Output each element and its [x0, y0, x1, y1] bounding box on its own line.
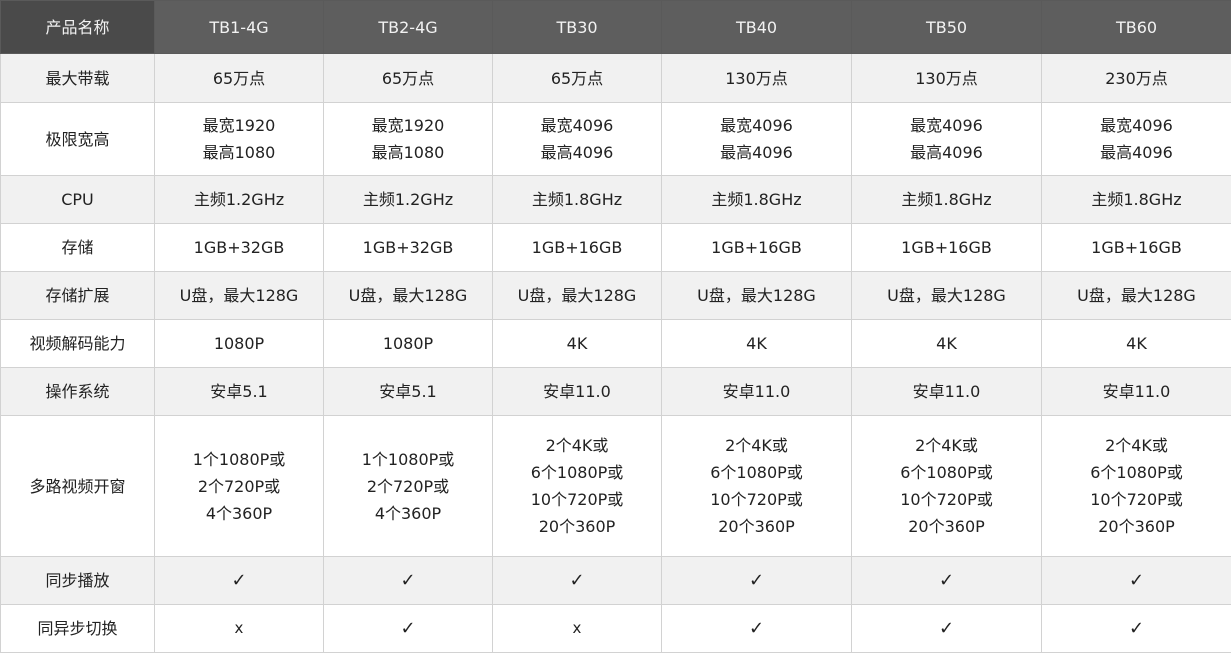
row-storage: 存储 1GB+32GB 1GB+32GB 1GB+16GB 1GB+16GB 1… — [0, 223, 1231, 272]
table-cell: 1080P — [323, 319, 493, 368]
header-model-tb50: TB50 — [851, 0, 1042, 54]
table-cell: 1GB+32GB — [154, 223, 324, 272]
header-model-tb30: TB30 — [492, 0, 662, 54]
header-product-name: 产品名称 — [0, 0, 155, 54]
table-cell: 主频1.2GHz — [154, 175, 324, 224]
table-cell: U盘，最大128G — [1041, 271, 1231, 320]
header-model-tb1-4g: TB1-4G — [154, 0, 324, 54]
table-cell: 2个4K或 6个1080P或 10个720P或 20个360P — [492, 415, 662, 557]
check-icon: ✓ — [851, 604, 1042, 653]
row-sync-playback: 同步播放 ✓ ✓ ✓ ✓ ✓ ✓ — [0, 556, 1231, 605]
table-cell: 230万点 — [1041, 53, 1231, 103]
table-cell: U盘，最大128G — [154, 271, 324, 320]
table-cell: 1个1080P或 2个720P或 4个360P — [323, 415, 493, 557]
table-cell: 130万点 — [851, 53, 1042, 103]
table-cell: 1GB+16GB — [1041, 223, 1231, 272]
table-cell: 主频1.8GHz — [492, 175, 662, 224]
check-icon: ✓ — [323, 556, 493, 605]
table-cell: 1080P — [154, 319, 324, 368]
table-cell: 主频1.2GHz — [323, 175, 493, 224]
table-header-row: 产品名称 TB1-4G TB2-4G TB30 TB40 TB50 TB60 — [0, 0, 1231, 54]
table-cell: 4K — [1041, 319, 1231, 368]
table-cell: U盘，最大128G — [323, 271, 493, 320]
table-cell: 主频1.8GHz — [1041, 175, 1231, 224]
table-cell: 安卓11.0 — [1041, 367, 1231, 416]
header-model-tb60: TB60 — [1041, 0, 1231, 54]
row-label: 多路视频开窗 — [0, 415, 155, 557]
table-cell: 安卓11.0 — [851, 367, 1042, 416]
row-label: 存储 — [0, 223, 155, 272]
table-cell: 安卓5.1 — [154, 367, 324, 416]
row-label: 极限宽高 — [0, 102, 155, 176]
table-cell: 65万点 — [154, 53, 324, 103]
table-cell: 1个1080P或 2个720P或 4个360P — [154, 415, 324, 557]
table-cell: 65万点 — [492, 53, 662, 103]
check-icon: ✓ — [661, 604, 852, 653]
check-icon: ✓ — [851, 556, 1042, 605]
cross-icon: x — [492, 604, 662, 653]
table-cell: 1GB+16GB — [661, 223, 852, 272]
row-label: 存储扩展 — [0, 271, 155, 320]
table-cell: 最宽1920 最高1080 — [323, 102, 493, 176]
table-cell: 主频1.8GHz — [851, 175, 1042, 224]
table-cell: 2个4K或 6个1080P或 10个720P或 20个360P — [851, 415, 1042, 557]
check-icon: ✓ — [492, 556, 662, 605]
table-cell: 4K — [492, 319, 662, 368]
table-cell: U盘，最大128G — [492, 271, 662, 320]
table-cell: 1GB+16GB — [851, 223, 1042, 272]
table-cell: 最宽4096 最高4096 — [661, 102, 852, 176]
table-cell: 1GB+32GB — [323, 223, 493, 272]
table-cell: 最宽4096 最高4096 — [492, 102, 662, 176]
table-cell: 安卓5.1 — [323, 367, 493, 416]
table-cell: 4K — [661, 319, 852, 368]
table-cell: 最宽4096 最高4096 — [1041, 102, 1231, 176]
table-cell: U盘，最大128G — [661, 271, 852, 320]
row-storage-expansion: 存储扩展 U盘，最大128G U盘，最大128G U盘，最大128G U盘，最大… — [0, 271, 1231, 320]
check-icon: ✓ — [154, 556, 324, 605]
check-icon: ✓ — [661, 556, 852, 605]
table-cell: 安卓11.0 — [661, 367, 852, 416]
row-max-resolution: 极限宽高 最宽1920 最高1080 最宽1920 最高1080 最宽4096 … — [0, 102, 1231, 176]
row-label: 同异步切换 — [0, 604, 155, 653]
table-cell: 2个4K或 6个1080P或 10个720P或 20个360P — [661, 415, 852, 557]
header-model-tb40: TB40 — [661, 0, 852, 54]
row-label: 同步播放 — [0, 556, 155, 605]
table-cell: 最宽1920 最高1080 — [154, 102, 324, 176]
table-cell: U盘，最大128G — [851, 271, 1042, 320]
row-max-load: 最大带载 65万点 65万点 65万点 130万点 130万点 230万点 — [0, 53, 1231, 103]
table-cell: 65万点 — [323, 53, 493, 103]
table-cell: 4K — [851, 319, 1042, 368]
table-cell: 2个4K或 6个1080P或 10个720P或 20个360P — [1041, 415, 1231, 557]
table-cell: 主频1.8GHz — [661, 175, 852, 224]
row-label: 操作系统 — [0, 367, 155, 416]
check-icon: ✓ — [323, 604, 493, 653]
check-icon: ✓ — [1041, 604, 1231, 653]
row-label: 视频解码能力 — [0, 319, 155, 368]
row-sync-async-switch: 同异步切换 x ✓ x ✓ ✓ ✓ — [0, 604, 1231, 653]
row-cpu: CPU 主频1.2GHz 主频1.2GHz 主频1.8GHz 主频1.8GHz … — [0, 175, 1231, 224]
table-cell: 1GB+16GB — [492, 223, 662, 272]
row-video-decoding: 视频解码能力 1080P 1080P 4K 4K 4K 4K — [0, 319, 1231, 368]
header-model-tb2-4g: TB2-4G — [323, 0, 493, 54]
spec-comparison-table: 产品名称 TB1-4G TB2-4G TB30 TB40 TB50 TB60 最… — [0, 0, 1231, 653]
row-label: 最大带载 — [0, 53, 155, 103]
table-cell: 安卓11.0 — [492, 367, 662, 416]
row-label: CPU — [0, 175, 155, 224]
table-cell: 130万点 — [661, 53, 852, 103]
row-multi-video-windows: 多路视频开窗 1个1080P或 2个720P或 4个360P 1个1080P或 … — [0, 415, 1231, 557]
check-icon: ✓ — [1041, 556, 1231, 605]
cross-icon: x — [154, 604, 324, 653]
table-cell: 最宽4096 最高4096 — [851, 102, 1042, 176]
row-operating-system: 操作系统 安卓5.1 安卓5.1 安卓11.0 安卓11.0 安卓11.0 安卓… — [0, 367, 1231, 416]
